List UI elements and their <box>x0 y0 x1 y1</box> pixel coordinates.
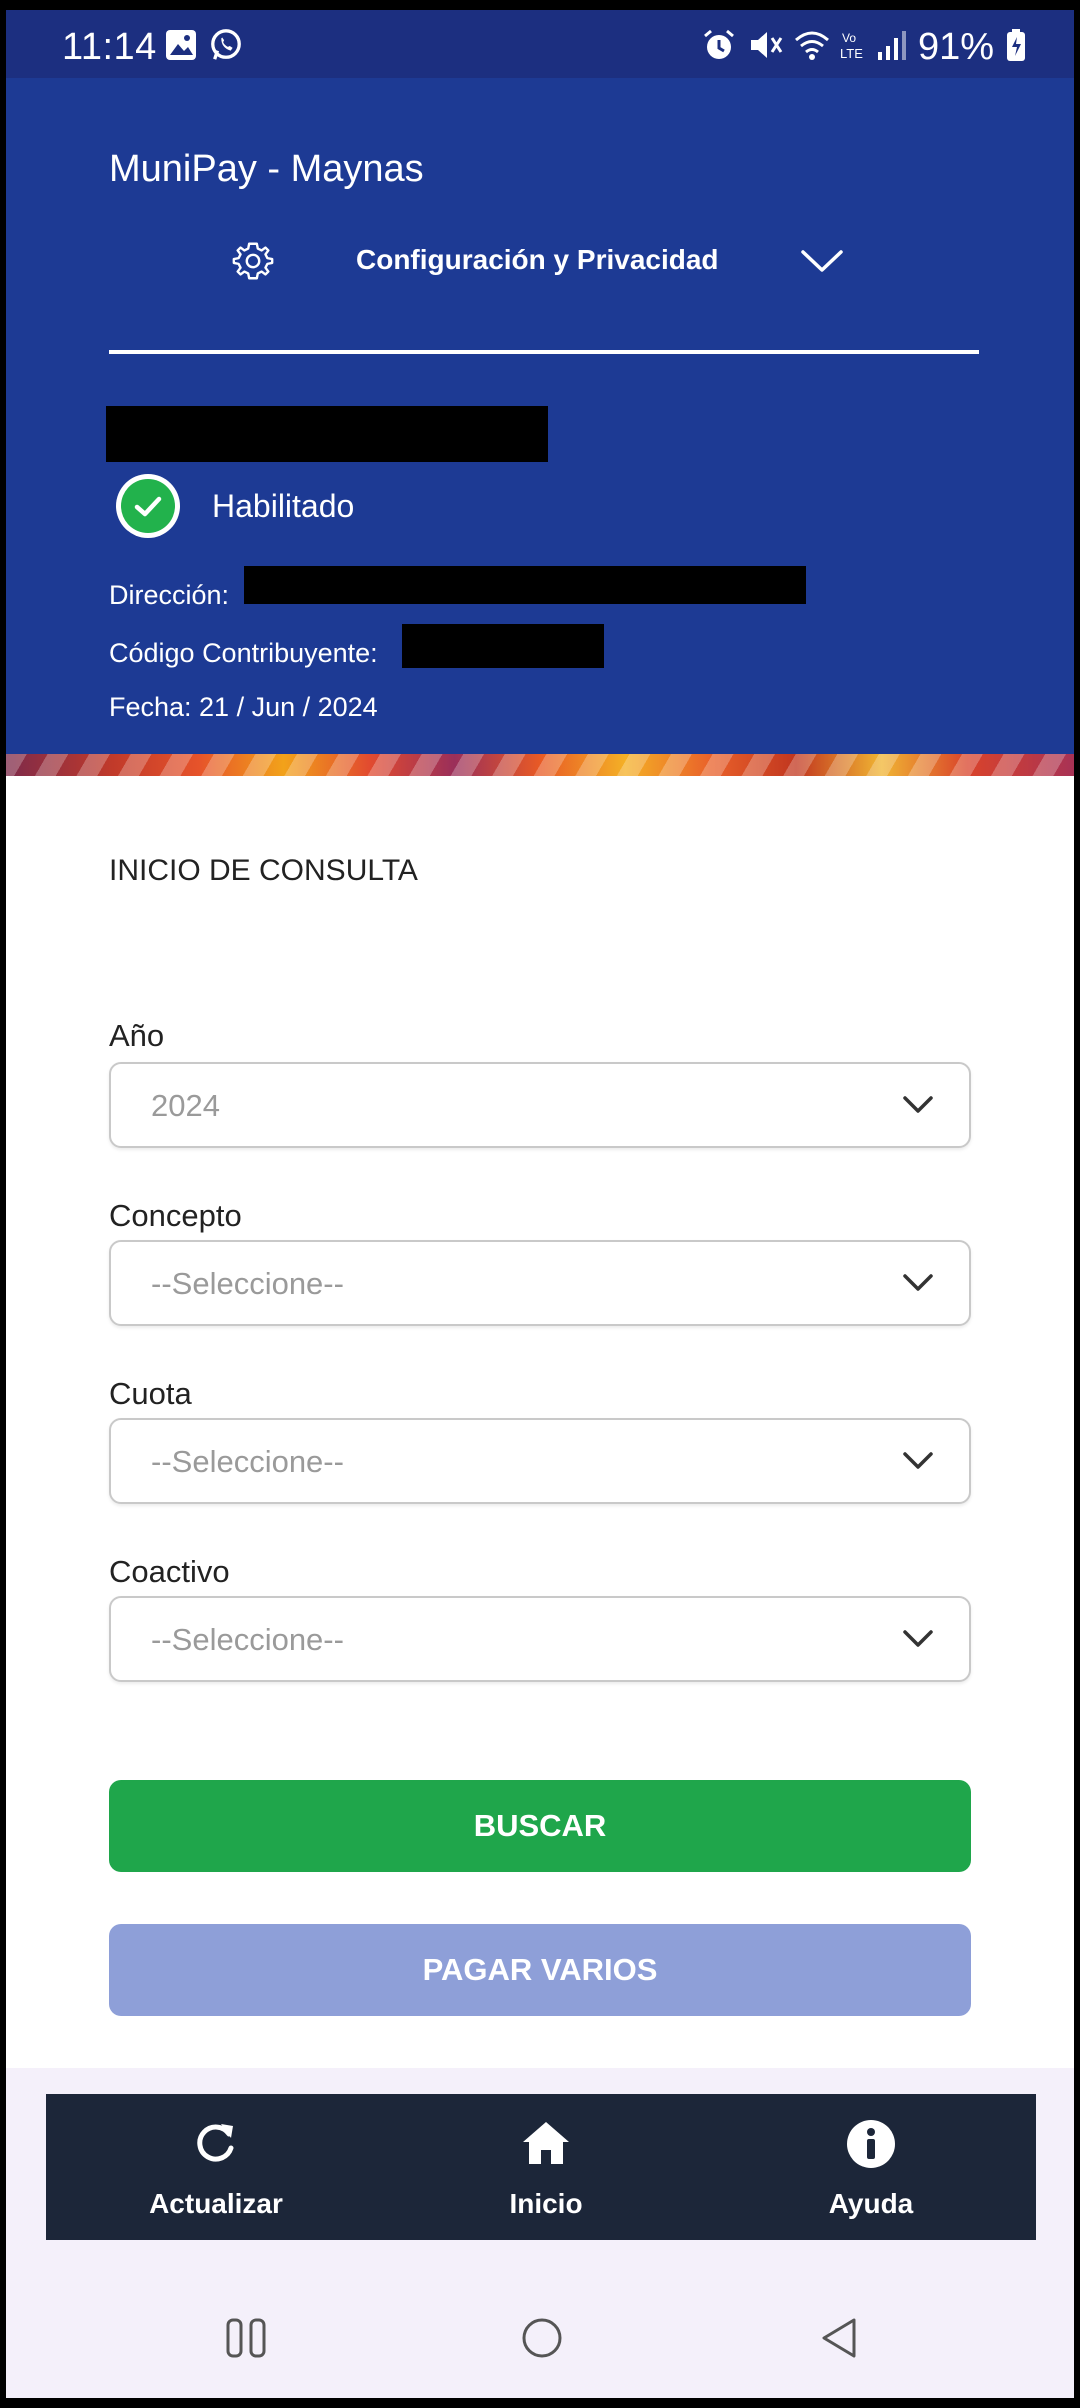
wifi-icon <box>795 31 829 60</box>
redacted-name <box>106 406 548 462</box>
fecha-label: Fecha: 21 / Jun / 2024 <box>109 692 378 722</box>
field-label-cuota: Cuota <box>109 1376 192 1411</box>
direccion-label: Dirección: <box>109 580 230 610</box>
back-icon[interactable] <box>818 2316 862 2360</box>
anio-select[interactable]: 2024 <box>109 1062 971 1148</box>
refresh-icon <box>197 2124 234 2162</box>
volte-icon: Vo LTE <box>840 31 863 61</box>
header-divider <box>109 350 979 354</box>
buscar-button[interactable]: BUSCAR <box>109 1780 971 1872</box>
phone-screen: 11:14 Vo LTE 91% MuniPay - Maynas Config… <box>6 10 1074 2398</box>
whatsapp-icon <box>211 29 241 60</box>
home-circle-icon[interactable] <box>520 2316 564 2360</box>
gallery-icon <box>166 30 196 60</box>
home-icon <box>523 2122 569 2164</box>
concepto-select[interactable]: --Seleccione-- <box>109 1240 971 1326</box>
field-label-coactivo: Coactivo <box>109 1554 230 1589</box>
signal-icon <box>878 31 906 60</box>
status-time: 11:14 <box>62 26 157 68</box>
coactivo-select[interactable]: --Seleccione-- <box>109 1596 971 1682</box>
pagar-varios-button[interactable]: PAGAR VARIOS <box>109 1924 971 2016</box>
field-label-concepto: Concepto <box>109 1198 242 1233</box>
mute-icon <box>751 32 783 58</box>
status-bar: 11:14 Vo LTE 91% <box>6 10 1074 78</box>
system-nav-bar <box>6 2282 1074 2398</box>
anio-select-value: 2024 <box>151 1088 220 1123</box>
chevron-down-icon <box>903 1274 933 1291</box>
coactivo-select-value: --Seleccione-- <box>151 1622 344 1657</box>
recents-icon[interactable] <box>224 2318 268 2358</box>
concepto-select-value: --Seleccione-- <box>151 1266 344 1301</box>
info-icon <box>847 2120 895 2168</box>
config-privacy-label: Configuración y Privacidad <box>356 244 719 275</box>
battery-percent: 91% <box>918 26 995 68</box>
field-label-anio: Año <box>109 1018 165 1053</box>
nav-inicio[interactable]: Inicio <box>386 2094 706 2240</box>
codigo-contribuyente-label: Código Contribuyente: <box>109 638 378 668</box>
decorative-strip <box>6 754 1074 776</box>
nav-ayuda-label: Ayuda <box>828 2188 914 2219</box>
alarm-icon <box>704 29 734 59</box>
cuota-select[interactable]: --Seleccione-- <box>109 1418 971 1504</box>
nav-ayuda[interactable]: Ayuda <box>706 2094 1036 2240</box>
svg-text:Vo: Vo <box>842 31 856 45</box>
nav-actualizar-label: Actualizar <box>149 2188 283 2219</box>
redacted-direccion <box>244 566 806 604</box>
chevron-down-icon[interactable] <box>800 244 844 278</box>
chevron-down-icon <box>903 1630 933 1647</box>
nav-inicio-label: Inicio <box>509 2188 583 2219</box>
gear-icon <box>232 242 274 280</box>
chevron-down-icon <box>903 1096 933 1113</box>
status-label: Habilitado <box>212 488 355 524</box>
bottom-nav: Actualizar Inicio Ayuda <box>46 2094 1036 2240</box>
section-title: INICIO DE CONSULTA <box>109 854 418 887</box>
redacted-codigo <box>402 624 604 668</box>
app-header: MuniPay - Maynas Configuración y Privaci… <box>6 78 1074 754</box>
app-title: MuniPay - Maynas <box>109 148 424 190</box>
nav-actualizar[interactable]: Actualizar <box>46 2094 386 2240</box>
chevron-down-icon <box>903 1452 933 1469</box>
config-privacy-toggle[interactable]: Configuración y Privacidad <box>6 238 1074 308</box>
status-check-icon <box>116 474 180 538</box>
svg-text:LTE: LTE <box>840 46 863 61</box>
cuota-select-value: --Seleccione-- <box>151 1444 344 1479</box>
battery-icon <box>1007 29 1025 61</box>
